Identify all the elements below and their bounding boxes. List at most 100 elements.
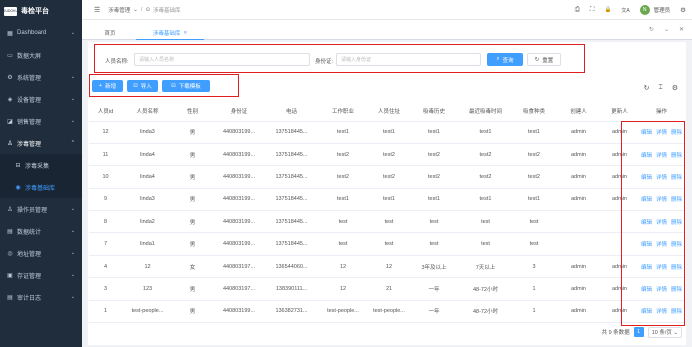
table-cell: test2 — [459, 165, 512, 189]
table-cell: 137518445... — [266, 210, 317, 234]
app-logo[interactable]: SUDOKU 毒检平台 — [0, 0, 82, 22]
document-icon[interactable]: ⎙ — [575, 6, 580, 14]
column-height-icon[interactable]: ⌶ — [659, 84, 663, 92]
page-size-select[interactable]: 10 条/页 ⌄ — [647, 326, 682, 338]
table-cell: test1 — [512, 188, 556, 212]
table-cell: 男 — [173, 277, 212, 301]
avatar[interactable]: N — [639, 5, 650, 15]
tab-label: 涉毒基础库 — [152, 30, 181, 37]
column-header: 电话 — [266, 101, 317, 122]
table-cell: test-people... — [369, 300, 409, 324]
table-cell: 男 — [173, 210, 212, 234]
table-cell: 男 — [173, 232, 212, 256]
add-button[interactable]: + 新增 — [92, 80, 123, 92]
table-cell: test1 — [369, 188, 409, 212]
chevron-down-icon[interactable]: ⌄ — [664, 26, 669, 33]
table-cell: 11 — [89, 143, 122, 167]
column-header: 更新人 — [601, 101, 638, 122]
sidebar-item-12[interactable]: ▤ 审计日志 ⌄ — [0, 286, 82, 308]
table-cell: test — [512, 232, 556, 256]
user-icon: ♙ — [7, 140, 13, 147]
reset-button[interactable]: ↻ 重置 — [527, 53, 561, 66]
table-cell: test1 — [317, 188, 369, 212]
close-icon[interactable]: ✕ — [183, 30, 187, 36]
sidebar-item-label: 销售管理 — [17, 119, 42, 126]
name-label: 人员名称: — [105, 59, 129, 65]
breadcrumb-item-parent[interactable]: 涉毒管理 — [108, 6, 130, 14]
table-cell: test1 — [459, 188, 512, 212]
sidebar-item-4[interactable]: ◪ 销售管理 ⌄ — [0, 110, 82, 132]
breadcrumb-separator: / — [140, 6, 143, 13]
name-search-input[interactable]: 请输入人员名称 — [134, 53, 310, 66]
close-tabs-icon[interactable]: ✕ — [679, 26, 684, 33]
sidebar-item-label: 审计日志 — [17, 295, 42, 302]
chevron-icon: ⌄ — [70, 74, 75, 80]
table-cell: 12 — [317, 277, 369, 301]
download-template-button[interactable]: ⊡ 下载模板 — [162, 80, 210, 92]
tabs-actions: ↻ ⌄ ✕ — [649, 26, 684, 33]
table-cell: test2 — [317, 165, 369, 189]
sidebar-item-7[interactable]: ◉ 涉毒基础库 — [0, 176, 82, 198]
table-cell: admin — [556, 121, 601, 144]
sidebar-item-label: 操作员管理 — [17, 207, 48, 214]
table-cell: 440803199... — [212, 300, 266, 324]
chevron-icon: ⌄ — [70, 96, 75, 102]
table-cell: test — [369, 232, 409, 256]
settings-icon[interactable]: ⚙ — [680, 6, 686, 14]
table-cell: test2 — [512, 143, 556, 167]
sidebar: SUDOKU 毒检平台 ▦ Dashboard ⌄ ▭ 数据大屏 ⚙ 系统管理 ⌄ ◈ 设备管理 ⌄… — [0, 0, 82, 347]
search-button-label: 查询 — [502, 57, 514, 64]
id-search-input[interactable]: 请输入身份证 — [336, 53, 481, 66]
chevron-icon: ⌃ — [70, 140, 75, 146]
table-cell: 440803197... — [212, 255, 266, 279]
search-button[interactable]: ⌕ 查询 — [487, 53, 523, 66]
column-settings-icon[interactable]: ⚙ — [672, 84, 678, 92]
table-cell: admin — [556, 188, 601, 212]
table-cell: test — [459, 232, 512, 256]
sidebar-item-10[interactable]: ◎ 地址管理 ⌄ — [0, 242, 82, 264]
table-cell: 21 — [369, 277, 409, 301]
chevron-icon: ⌄ — [70, 294, 75, 300]
table-cell: 138390111... — [266, 277, 317, 301]
column-header: 性别 — [173, 101, 212, 122]
id-label: 身份证: — [315, 59, 334, 65]
sidebar-item-1[interactable]: ▭ 数据大屏 — [0, 44, 82, 66]
sidebar-item-11[interactable]: ▣ 存证管理 ⌄ — [0, 264, 82, 286]
monitor-icon: ▭ — [7, 52, 13, 59]
device-icon: ◈ — [7, 96, 13, 103]
username[interactable]: 管理员 — [654, 6, 671, 14]
fullscreen-icon[interactable]: ⛶ — [590, 6, 595, 14]
chevron-icon: ⌄ — [70, 206, 75, 212]
sidebar-item-label: 存证管理 — [17, 273, 42, 280]
table-cell: 123 — [122, 277, 173, 301]
table-cell: 12 — [122, 255, 173, 279]
reset-button-label: 重置 — [542, 57, 554, 64]
sidebar-item-2[interactable]: ⚙ 系统管理 ⌄ — [0, 66, 82, 88]
sidebar-item-8[interactable]: ♙ 操作员管理 ⌄ — [0, 198, 82, 220]
table-cell: 440803199... — [212, 232, 266, 256]
refresh-table-icon[interactable]: ↻ — [644, 84, 650, 92]
lock-icon[interactable]: 🔒 — [604, 7, 611, 13]
sidebar-item-0[interactable]: ▦ Dashboard ⌄ — [0, 22, 82, 44]
sidebar-item-5[interactable]: ♙ 涉毒管理 ⌃ — [0, 132, 82, 154]
table-row: 4 12 女 440803197... 136544060... 12 12 3年及以上 7天以… — [89, 255, 685, 279]
import-button[interactable]: ⊡ 导入 — [127, 80, 158, 92]
table-cell — [556, 210, 601, 234]
sidebar-item-3[interactable]: ◈ 设备管理 ⌄ — [0, 88, 82, 110]
table-cell: 12 — [89, 121, 122, 144]
sidebar-item-9[interactable]: ▤ 数据统计 ⌄ — [0, 220, 82, 242]
sidebar-item-label: Dashboard — [17, 30, 47, 36]
table-cell: 12 — [369, 255, 409, 279]
translate-icon[interactable]: 文A — [621, 7, 629, 14]
hamburger-icon[interactable]: ☰ — [94, 6, 100, 14]
page-number-current[interactable]: 1 — [633, 327, 644, 337]
table-cell: 440803199... — [212, 188, 266, 212]
tab-home[interactable]: 首页 — [99, 26, 121, 40]
refresh-tab-icon[interactable]: ↻ — [649, 26, 654, 33]
table-cell: test1 — [317, 121, 369, 144]
sidebar-item-6[interactable]: ⊟ 涉毒采集 — [0, 154, 82, 176]
table-cell: test — [409, 232, 459, 256]
table-cell: 1 — [512, 277, 556, 301]
sidebar-item-label: 涉毒基础库 — [25, 185, 56, 192]
tab-drug-database[interactable]: 涉毒基础库 ✕ — [136, 26, 204, 40]
